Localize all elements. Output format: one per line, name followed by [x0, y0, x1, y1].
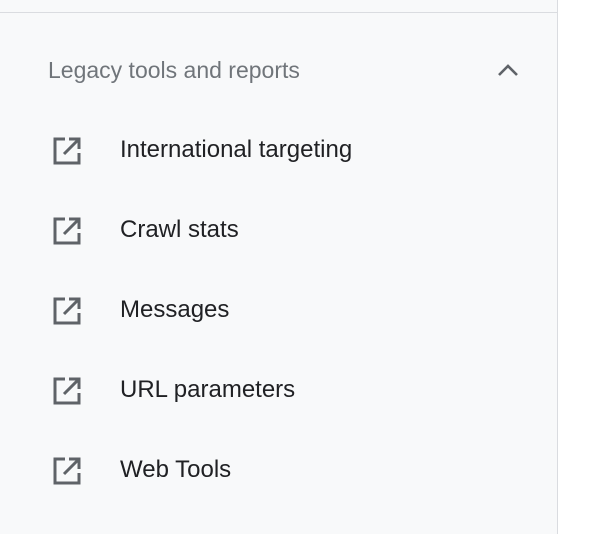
nav-item-web-tools[interactable]: Web Tools — [0, 430, 557, 510]
nav-item-label: URL parameters — [120, 376, 296, 403]
nav-item-url-parameters[interactable]: URL parameters — [0, 350, 557, 430]
nav-item-label: Web Tools — [120, 456, 232, 483]
legacy-tools-list: International targeting Crawl stats Mess… — [0, 110, 557, 510]
section-title: Legacy tools and reports — [48, 57, 300, 83]
open-in-new-icon — [53, 137, 81, 165]
open-in-new-icon — [53, 457, 81, 485]
chevron-up-icon[interactable] — [494, 60, 522, 80]
section-divider — [0, 12, 557, 13]
sidebar-panel: Legacy tools and reports International t… — [0, 0, 558, 534]
nav-item-crawl-stats[interactable]: Crawl stats — [0, 190, 557, 270]
open-in-new-icon — [53, 217, 81, 245]
nav-item-label: Crawl stats — [120, 216, 239, 243]
open-in-new-icon — [53, 297, 81, 325]
legacy-tools-section-header[interactable]: Legacy tools and reports — [0, 40, 557, 100]
nav-item-international-targeting[interactable]: International targeting — [0, 110, 557, 190]
nav-item-label: International targeting — [120, 136, 353, 163]
nav-item-messages[interactable]: Messages — [0, 270, 557, 350]
open-in-new-icon — [53, 377, 81, 405]
nav-item-label: Messages — [120, 296, 230, 323]
